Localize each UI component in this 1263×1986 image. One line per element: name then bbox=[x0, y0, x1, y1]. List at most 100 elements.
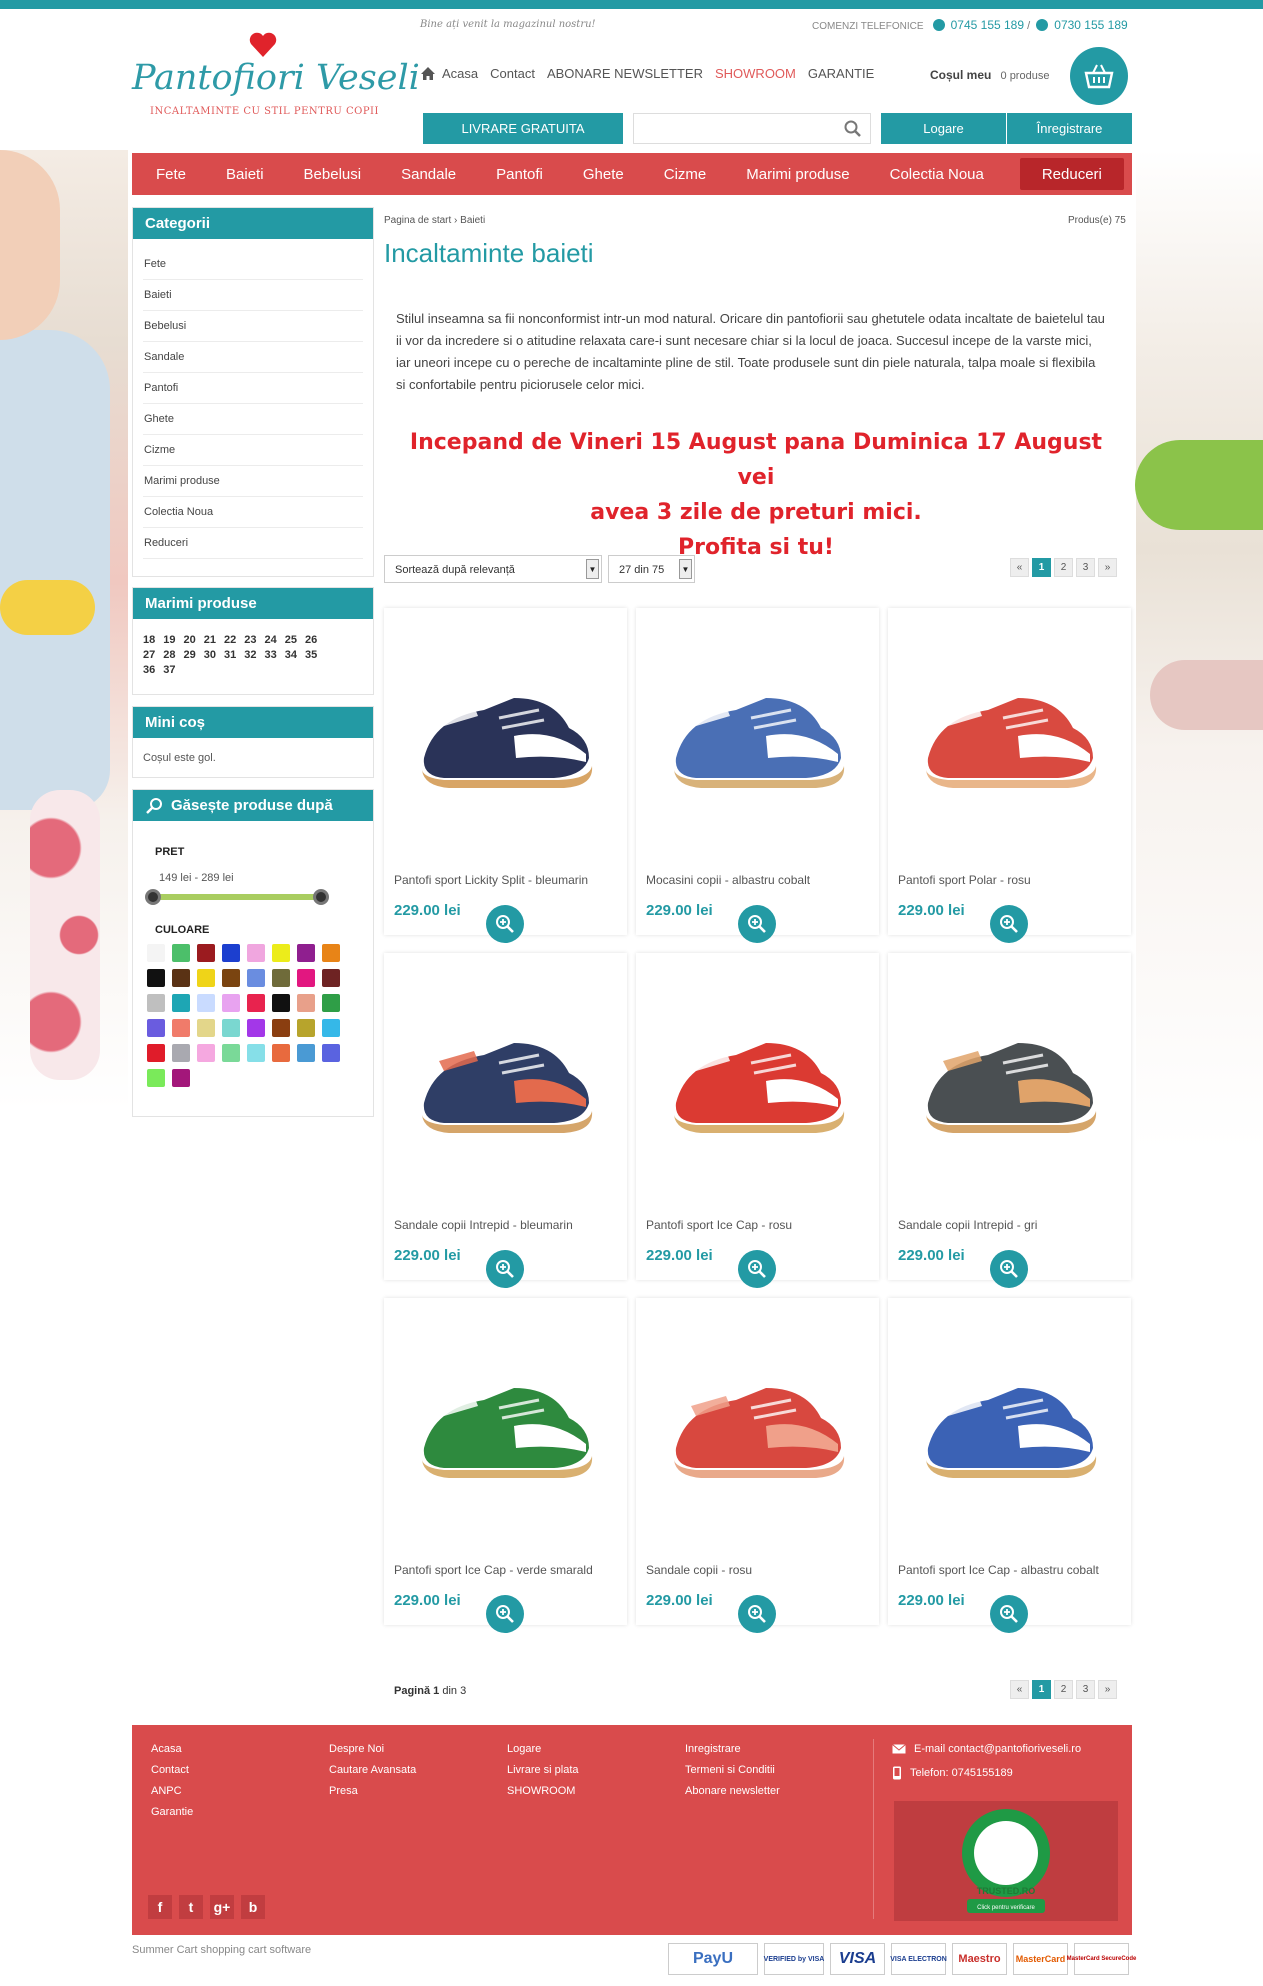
color-swatch[interactable] bbox=[222, 1044, 240, 1062]
search-icon[interactable] bbox=[843, 119, 863, 139]
size-option[interactable]: 36 bbox=[143, 664, 155, 676]
main-nav-pantofi[interactable]: Pantofi bbox=[476, 153, 563, 195]
category-item[interactable]: Colectia Noua bbox=[143, 497, 363, 528]
nav-showroom[interactable]: SHOWROOM bbox=[715, 66, 796, 81]
product-image[interactable] bbox=[656, 658, 856, 808]
footer-link[interactable]: Presa bbox=[329, 1785, 416, 1797]
size-option[interactable]: 25 bbox=[285, 634, 297, 646]
product-card[interactable]: Pantofi sport Ice Cap - verde smarald 229… bbox=[384, 1298, 627, 1633]
quick-view-button[interactable] bbox=[486, 1250, 524, 1288]
pager-page[interactable]: 2 bbox=[1054, 558, 1073, 577]
product-name[interactable]: Pantofi sport Ice Cap - verde smarald bbox=[394, 1563, 593, 1577]
breadcrumb-home[interactable]: Pagina de start bbox=[384, 215, 451, 226]
footer-link[interactable]: Cautare Avansata bbox=[329, 1764, 416, 1776]
color-swatch[interactable] bbox=[272, 994, 290, 1012]
product-name[interactable]: Pantofi sport Polar - rosu bbox=[898, 873, 1031, 887]
color-swatch[interactable] bbox=[322, 1019, 340, 1037]
product-image[interactable] bbox=[908, 1348, 1108, 1498]
product-image[interactable] bbox=[908, 1003, 1108, 1153]
blog-icon[interactable]: b bbox=[241, 1895, 265, 1919]
color-swatch[interactable] bbox=[172, 1044, 190, 1062]
product-card[interactable]: Pantofi sport Ice Cap - albastru cobalt 2… bbox=[888, 1298, 1131, 1633]
color-swatch[interactable] bbox=[172, 969, 190, 987]
color-swatch[interactable] bbox=[297, 1019, 315, 1037]
footer-link[interactable]: ANPC bbox=[151, 1785, 193, 1797]
color-swatch[interactable] bbox=[297, 1044, 315, 1062]
color-swatch[interactable] bbox=[222, 1019, 240, 1037]
size-option[interactable]: 29 bbox=[184, 649, 196, 661]
search-input[interactable] bbox=[634, 114, 834, 143]
footer-email[interactable]: E-mail contact@pantofioriveseli.ro bbox=[914, 1743, 1081, 1755]
quick-view-button[interactable] bbox=[738, 1595, 776, 1633]
free-delivery-button[interactable]: LIVRARE GRATUITA bbox=[423, 113, 623, 144]
color-swatch[interactable] bbox=[322, 1044, 340, 1062]
color-swatch[interactable] bbox=[272, 944, 290, 962]
product-card[interactable]: Sandale copii Intrepid - gri 229.00 lei bbox=[888, 953, 1131, 1288]
google-plus-icon[interactable]: g+ bbox=[210, 1895, 234, 1919]
nav-garantie[interactable]: GARANTIE bbox=[808, 66, 874, 81]
color-swatch[interactable] bbox=[222, 969, 240, 987]
pager-page[interactable]: 1 bbox=[1032, 1680, 1051, 1699]
category-item[interactable]: Pantofi bbox=[143, 373, 363, 404]
pager-page[interactable]: 3 bbox=[1076, 558, 1095, 577]
color-swatch[interactable] bbox=[147, 944, 165, 962]
per-page-select[interactable]: 27 din 75 ▼ bbox=[608, 555, 695, 583]
color-swatch[interactable] bbox=[272, 1044, 290, 1062]
color-swatch[interactable] bbox=[172, 944, 190, 962]
main-nav-colectia-noua[interactable]: Colectia Noua bbox=[870, 153, 1004, 195]
category-item[interactable]: Sandale bbox=[143, 342, 363, 373]
footer-link[interactable]: Contact bbox=[151, 1764, 193, 1776]
facebook-icon[interactable]: f bbox=[148, 1895, 172, 1919]
color-swatch[interactable] bbox=[297, 944, 315, 962]
product-name[interactable]: Mocasini copii - albastru cobalt bbox=[646, 873, 810, 887]
size-option[interactable]: 31 bbox=[224, 649, 236, 661]
color-swatch[interactable] bbox=[172, 1019, 190, 1037]
main-nav-marimi[interactable]: Marimi produse bbox=[726, 153, 869, 195]
color-swatch[interactable] bbox=[222, 944, 240, 962]
pager-page[interactable]: 2 bbox=[1054, 1680, 1073, 1699]
main-nav-fete[interactable]: Fete bbox=[136, 153, 206, 195]
product-image[interactable] bbox=[908, 658, 1108, 808]
footer-link[interactable]: Abonare newsletter bbox=[685, 1785, 780, 1797]
main-nav-baieti[interactable]: Baieti bbox=[206, 153, 284, 195]
main-nav-cizme[interactable]: Cizme bbox=[644, 153, 727, 195]
category-item[interactable]: Cizme bbox=[143, 435, 363, 466]
category-item[interactable]: Ghete bbox=[143, 404, 363, 435]
quick-view-button[interactable] bbox=[738, 905, 776, 943]
color-swatch[interactable] bbox=[272, 969, 290, 987]
nav-home[interactable]: Acasa bbox=[420, 66, 478, 81]
quick-view-button[interactable] bbox=[486, 905, 524, 943]
price-slider-min-handle[interactable] bbox=[145, 889, 161, 905]
footer-link[interactable]: Logare bbox=[507, 1743, 579, 1755]
size-option[interactable]: 24 bbox=[265, 634, 277, 646]
footer-link[interactable]: Inregistrare bbox=[685, 1743, 780, 1755]
color-swatch[interactable] bbox=[172, 994, 190, 1012]
product-image[interactable] bbox=[404, 1003, 604, 1153]
cart-button[interactable] bbox=[1070, 47, 1128, 105]
price-slider[interactable] bbox=[145, 889, 329, 905]
size-option[interactable]: 21 bbox=[204, 634, 216, 646]
size-option[interactable]: 26 bbox=[305, 634, 317, 646]
cart-summary[interactable]: Coșul meu 0 produse bbox=[930, 68, 1049, 82]
color-swatch[interactable] bbox=[197, 969, 215, 987]
product-image[interactable] bbox=[404, 658, 604, 808]
product-card[interactable]: Pantofi sport Lickity Split - bleumarin 2… bbox=[384, 608, 627, 943]
color-swatch[interactable] bbox=[197, 1044, 215, 1062]
product-card[interactable]: Sandale copii Intrepid - bleumarin 229.00… bbox=[384, 953, 627, 1288]
quick-view-button[interactable] bbox=[738, 1250, 776, 1288]
product-name[interactable]: Sandale copii Intrepid - gri bbox=[898, 1218, 1037, 1232]
category-item[interactable]: Reduceri bbox=[143, 528, 363, 559]
category-item[interactable]: Marimi produse bbox=[143, 466, 363, 497]
size-option[interactable]: 23 bbox=[244, 634, 256, 646]
register-button[interactable]: Înregistrare bbox=[1007, 113, 1132, 144]
size-option[interactable]: 27 bbox=[143, 649, 155, 661]
quick-view-button[interactable] bbox=[990, 1250, 1028, 1288]
color-swatch[interactable] bbox=[222, 994, 240, 1012]
footer-link[interactable]: Livrare si plata bbox=[507, 1764, 579, 1776]
pager-prev[interactable]: « bbox=[1010, 558, 1029, 577]
footer-link[interactable]: Termeni si Conditii bbox=[685, 1764, 780, 1776]
footer-phone[interactable]: Telefon: 0745155189 bbox=[910, 1767, 1013, 1779]
powered-by[interactable]: Summer Cart shopping cart software bbox=[132, 1944, 311, 1956]
price-slider-max-handle[interactable] bbox=[313, 889, 329, 905]
size-option[interactable]: 28 bbox=[163, 649, 175, 661]
